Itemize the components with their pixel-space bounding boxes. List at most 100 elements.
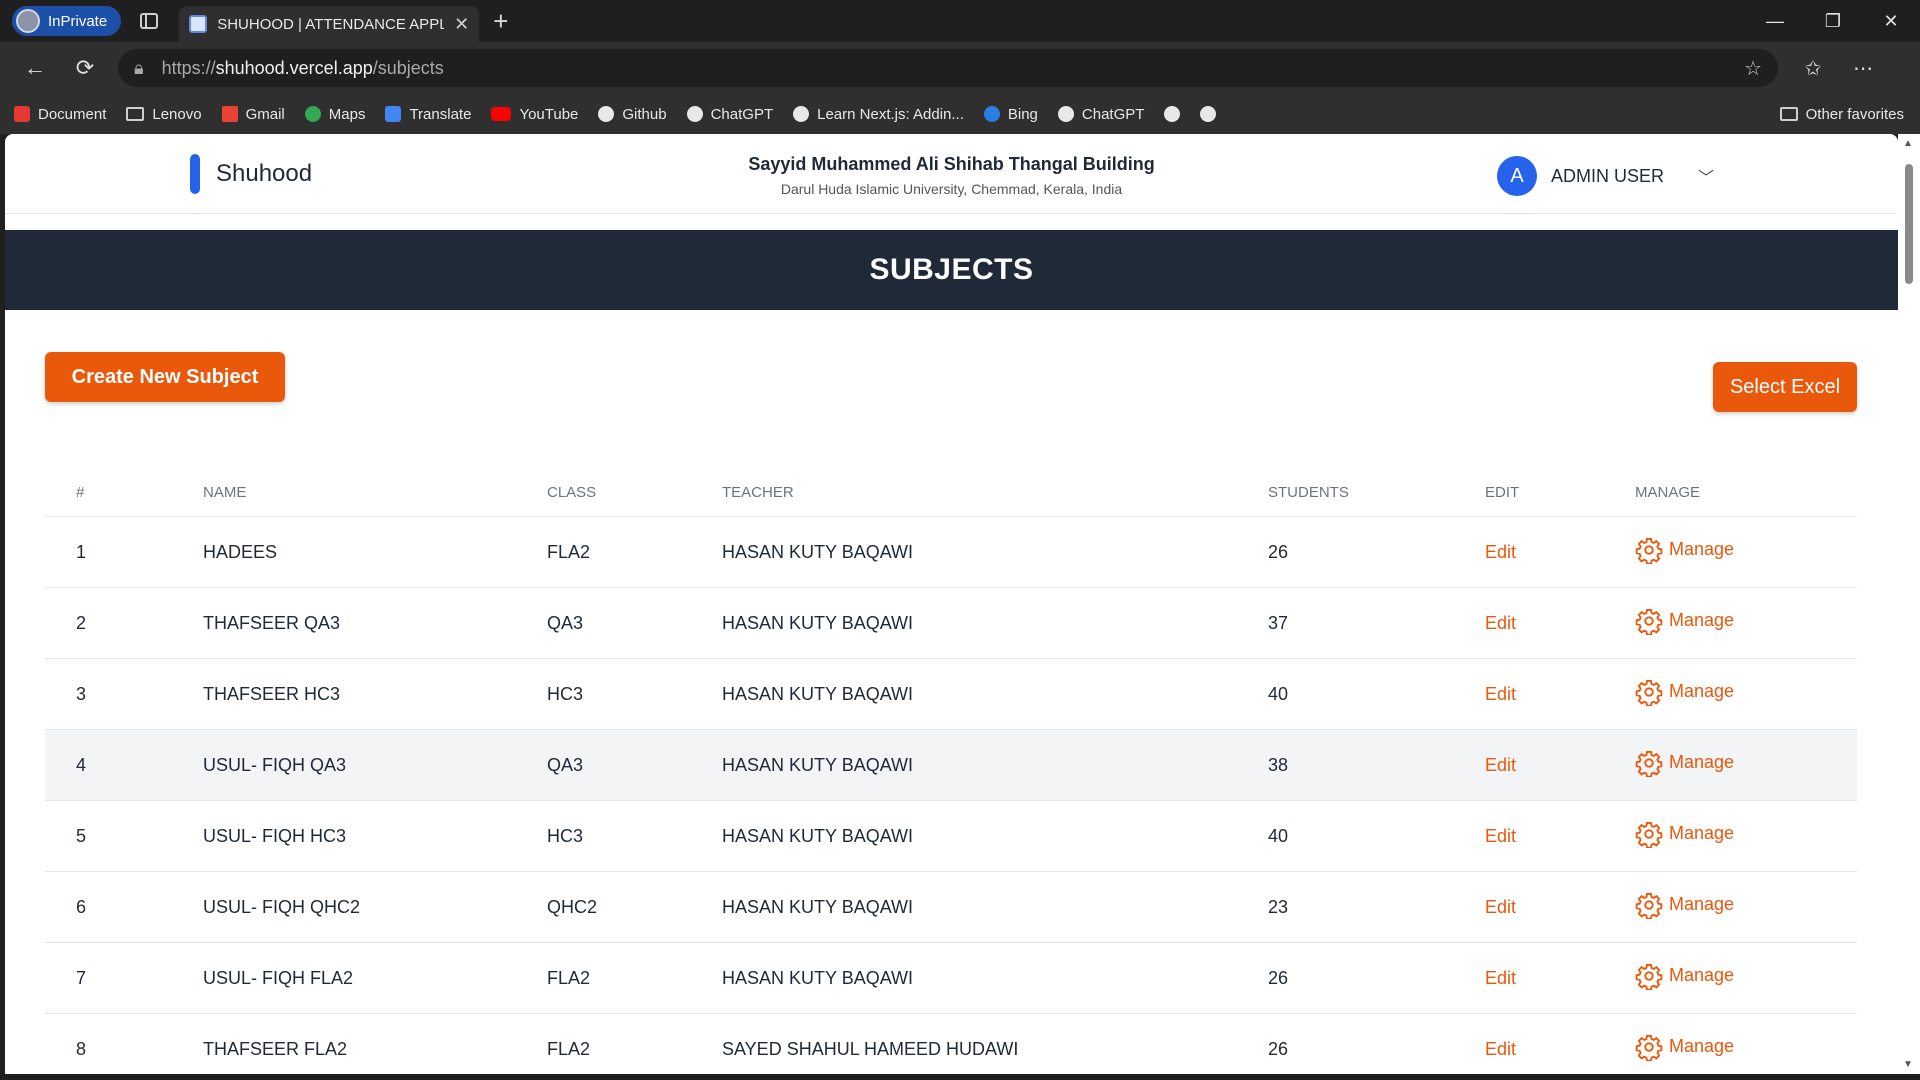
cell-number: 2 — [76, 612, 87, 633]
manage-link[interactable]: Manage — [1635, 678, 1734, 706]
favorite-item[interactable]: Gmail — [221, 105, 285, 123]
cell-students: 23 — [1268, 896, 1289, 917]
edit-link[interactable]: Edit — [1485, 613, 1516, 633]
manage-label: Manage — [1669, 610, 1735, 630]
restore-icon[interactable]: ❐ — [1804, 0, 1862, 42]
cell-teacher: HASAN KUTY BAQAWI — [722, 825, 914, 846]
gear-icon — [1635, 962, 1663, 990]
edit-link[interactable]: Edit — [1485, 897, 1516, 917]
refresh-icon[interactable]: ⟳ — [60, 48, 110, 88]
gear-icon — [1635, 607, 1663, 635]
manage-link[interactable]: Manage — [1635, 891, 1734, 919]
table-row: 1 HADEES FLA2 HASAN KUTY BAQAWI 26 Edit Manage — [45, 517, 1857, 588]
manage-link[interactable]: Manage — [1635, 1033, 1734, 1061]
more-options-icon[interactable]: ⋯ — [1838, 56, 1888, 81]
chevron-down-icon[interactable]: ﹀ — [1698, 164, 1714, 188]
cell-teacher: HASAN KUTY BAQAWI — [722, 612, 914, 633]
cell-teacher: HASAN KUTY BAQAWI — [722, 967, 914, 988]
browser-tab-bar: InPrivate SHUHOOD | ATTENDANCE APPLIC ✕ … — [0, 0, 1920, 42]
favorite-label: ChatGPT — [710, 105, 774, 123]
favorite-item[interactable]: ChatGPT — [686, 105, 774, 123]
favorite-item[interactable]: Bing — [983, 106, 1038, 123]
favorites-bar: Document Lenovo Gmail Maps Translate YouTube G… — [0, 94, 1920, 134]
cell-teacher: HASAN KUTY BAQAWI — [722, 754, 914, 775]
page-scrollbar[interactable]: ▲ ▼ — [1898, 134, 1920, 1074]
cell-manage: Manage — [1635, 749, 1857, 782]
favorites-icon[interactable]: ✩ — [1788, 56, 1838, 81]
back-arrow-icon[interactable]: ← — [10, 48, 60, 88]
tab-favicon-icon — [189, 15, 208, 33]
favorite-item[interactable]: Github — [598, 106, 667, 123]
favorite-site-icon — [221, 106, 238, 122]
manage-link[interactable]: Manage — [1635, 536, 1734, 564]
address-bar-row: ← ⟳ 🔒︎ https://shuhood.vercel.app/subjec… — [0, 42, 1920, 94]
window-close-icon[interactable]: ✕ — [1862, 0, 1920, 42]
address-bar[interactable]: 🔒︎ https://shuhood.vercel.app/subjects ☆ — [118, 49, 1778, 87]
create-new-subject-button[interactable]: Create New Subject — [45, 352, 285, 402]
favorite-item[interactable]: Document — [14, 106, 106, 123]
edit-link[interactable]: Edit — [1485, 755, 1516, 775]
favorite-star-icon[interactable]: ☆ — [1744, 56, 1762, 81]
manage-link[interactable]: Manage — [1635, 962, 1734, 990]
subjects-table: # NAME CLASS TEACHER STUDENTS EDIT MANAG… — [45, 469, 1857, 1074]
manage-label: Manage — [1669, 1036, 1735, 1056]
favorite-label: YouTube — [519, 105, 579, 123]
scrollbar-thumb[interactable] — [1905, 164, 1913, 284]
favorite-item[interactable]: YouTube — [491, 106, 578, 123]
user-menu[interactable]: A ADMIN USER ﹀ — [1497, 156, 1714, 196]
manage-link[interactable]: Manage — [1635, 749, 1734, 777]
favorite-item[interactable]: Translate — [385, 106, 471, 123]
edit-link[interactable]: Edit — [1485, 968, 1516, 988]
page-title: SUBJECTS — [5, 230, 1898, 310]
cell-edit: Edit — [1485, 826, 1635, 847]
tab-actions-button[interactable] — [127, 0, 171, 42]
favorite-item[interactable]: ChatGPT — [1057, 106, 1144, 123]
cell-students: 26 — [1268, 967, 1289, 988]
minimize-icon[interactable]: — — [1746, 0, 1804, 42]
folder-icon — [126, 107, 145, 121]
manage-label: Manage — [1669, 539, 1735, 559]
favorite-item[interactable] — [1200, 106, 1217, 122]
cell-teacher: HASAN KUTY BAQAWI — [722, 683, 914, 704]
other-favorites[interactable]: Other favorites — [1779, 106, 1904, 123]
cell-name: USUL- FIQH FLA2 — [203, 967, 354, 988]
edit-link[interactable]: Edit — [1485, 826, 1516, 846]
manage-link[interactable]: Manage — [1635, 607, 1734, 635]
manage-link[interactable]: Manage — [1635, 820, 1734, 848]
scroll-down-icon[interactable]: ▼ — [1903, 1059, 1913, 1070]
favorite-item[interactable]: Learn Next.js: Addin... — [793, 106, 964, 123]
cell-name: THAFSEER FLA2 — [203, 1038, 348, 1059]
edit-link[interactable]: Edit — [1485, 1039, 1516, 1059]
browser-tab-active[interactable]: SHUHOOD | ATTENDANCE APPLIC ✕ — [179, 6, 480, 42]
col-teacher: TEACHER — [722, 484, 794, 501]
cell-number: 3 — [76, 683, 87, 704]
favorite-site-icon — [14, 106, 30, 122]
new-tab-icon[interactable]: + — [493, 6, 508, 37]
scroll-up-icon[interactable]: ▲ — [1903, 138, 1913, 149]
cell-edit: Edit — [1485, 897, 1635, 918]
cell-edit: Edit — [1485, 684, 1635, 705]
favorite-item[interactable]: Maps — [304, 106, 365, 123]
favorite-item[interactable]: Lenovo — [126, 106, 202, 123]
manage-label: Manage — [1669, 823, 1735, 843]
cell-class: QHC2 — [547, 896, 598, 917]
favorite-site-icon — [1164, 106, 1181, 122]
cell-students: 26 — [1268, 1038, 1289, 1059]
edit-link[interactable]: Edit — [1485, 684, 1516, 704]
lock-icon: 🔒︎ — [134, 57, 144, 78]
favorite-item[interactable] — [1164, 106, 1181, 122]
user-name: ADMIN USER — [1551, 165, 1665, 186]
tab-close-icon[interactable]: ✕ — [454, 14, 469, 35]
cell-manage: Manage — [1635, 891, 1857, 924]
gear-icon — [1635, 891, 1663, 919]
inprivate-badge[interactable]: InPrivate — [12, 6, 122, 36]
gear-icon — [1635, 536, 1663, 564]
cell-class: FLA2 — [547, 541, 591, 562]
window-bottom-edge — [0, 1074, 1920, 1080]
window-controls: — ❐ ✕ — [1746, 0, 1920, 42]
edit-link[interactable]: Edit — [1485, 542, 1516, 562]
favorite-site-icon — [304, 106, 321, 122]
col-number: # — [76, 484, 85, 501]
favorite-label: Gmail — [245, 105, 285, 123]
select-excel-button[interactable]: Select Excel — [1713, 362, 1857, 412]
